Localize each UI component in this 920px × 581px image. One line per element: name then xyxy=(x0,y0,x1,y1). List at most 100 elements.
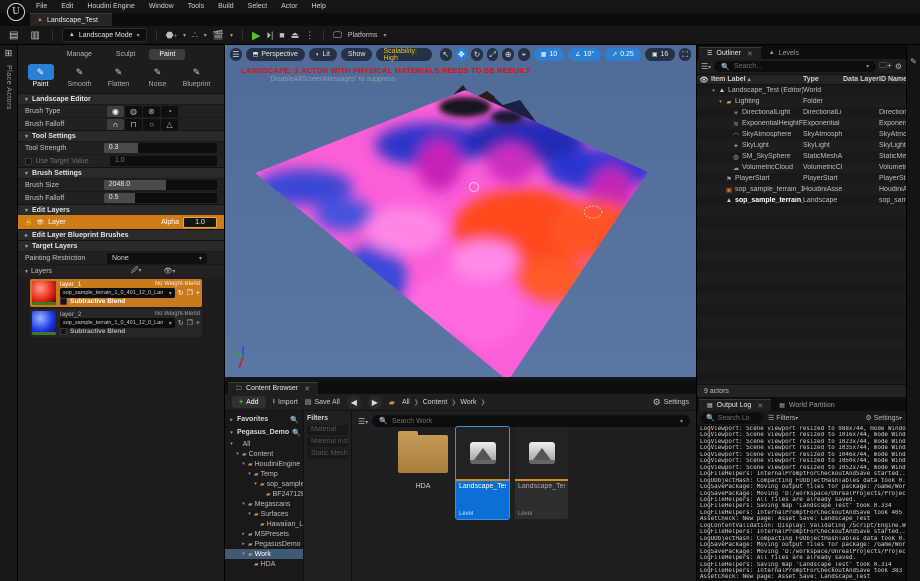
landscape-mode-tab[interactable]: Sculpt xyxy=(106,49,145,60)
collapsed-sidebar-strip[interactable]: ✎ xyxy=(906,45,920,581)
menu-item[interactable]: Build xyxy=(218,3,234,10)
menu-item[interactable]: Help xyxy=(311,3,325,10)
outliner-row[interactable]: ▣ sop_sample_terrain_1_0 HoudiniAsse Hou… xyxy=(697,184,906,195)
paint-tool-button[interactable]: ✎ Noise xyxy=(139,64,176,90)
falloff-sphere-icon[interactable]: ○ xyxy=(143,119,160,130)
select-tool-icon[interactable]: ↖ xyxy=(440,48,452,61)
unreal-logo[interactable]: U xyxy=(7,3,25,21)
layers-visibility-icon[interactable]: 👁▾ xyxy=(164,267,176,275)
column-item-label[interactable]: Item Label▴ xyxy=(711,76,803,83)
column-data-layer[interactable]: Data Layer xyxy=(843,76,879,83)
move-tool-icon[interactable]: ✥ xyxy=(456,48,468,61)
layer-thumbnail[interactable] xyxy=(32,311,56,335)
tree-folder-row[interactable]: ▰ HDA xyxy=(225,559,303,569)
viewport-menu-icon[interactable]: ☰ xyxy=(230,48,242,61)
subtractive-blend-checkbox[interactable] xyxy=(60,298,67,305)
rotation-snap-toggle[interactable]: ∠10° xyxy=(568,48,601,61)
outliner-row[interactable]: ☁ VolumetricCloud VolumetricCl Volumetri… xyxy=(697,162,906,173)
outliner-tab[interactable]: ☰ Outliner✕ xyxy=(699,47,761,59)
search-icon[interactable]: 🔍 xyxy=(292,429,301,437)
scalability-badge[interactable]: Scalability: High xyxy=(376,48,431,61)
plus-icon[interactable]: + xyxy=(196,290,200,297)
surface-snap-icon[interactable]: ⌖ xyxy=(518,48,530,61)
menu-item[interactable]: Window xyxy=(149,3,174,10)
stop-button[interactable]: ■ xyxy=(279,30,284,40)
log-settings-dropdown[interactable]: ⚙ Settings▾ xyxy=(865,414,902,422)
landscape-mode-tab[interactable]: Manage xyxy=(57,49,102,60)
platforms-dropdown[interactable]: Platforms xyxy=(348,32,378,39)
layer-thumbnail[interactable] xyxy=(32,281,56,305)
paint-tool-button[interactable]: ✎ Flatten xyxy=(100,64,137,90)
edit-pencil-icon[interactable]: ✎ xyxy=(907,57,920,66)
play-options-icon[interactable]: ⋮ xyxy=(305,30,314,41)
section-brush-settings[interactable]: ▾Brush Settings xyxy=(18,167,224,178)
new-folder-icon[interactable]: 🗀+ xyxy=(879,60,892,74)
breadcrumb-content[interactable]: Content xyxy=(423,399,448,406)
outliner-row[interactable]: ▾ ▰ Lighting Folder xyxy=(697,96,906,107)
tree-folder-row[interactable]: ▾ ▰ Megascans xyxy=(225,499,303,509)
add-button[interactable]: +Add xyxy=(232,396,266,408)
outliner-row[interactable]: ▲ sop_sample_terrain_1_0_ Landscape sop_… xyxy=(697,195,906,206)
outliner-search-input[interactable]: 🔍 Search... ▾ xyxy=(714,61,876,72)
tree-folder-row[interactable]: ▾ ▰ Work xyxy=(225,549,303,559)
grid-snap-toggle[interactable]: ▦10 xyxy=(534,48,564,61)
forward-icon[interactable]: ▶ xyxy=(368,396,382,409)
cinematics-icon[interactable]: 🎬 xyxy=(213,30,224,41)
column-type[interactable]: Type xyxy=(803,76,843,83)
copy-icon[interactable]: ❐ xyxy=(187,289,193,297)
log-search-input[interactable]: 🔍Search Lo xyxy=(701,413,763,424)
level-tab[interactable]: ▲ Landscape_Test xyxy=(30,13,112,26)
cb-settings-button[interactable]: ⚙Settings xyxy=(653,397,689,408)
falloff-linear-icon[interactable]: ⊓ xyxy=(125,119,142,130)
tree-folder-row[interactable]: ▸ ▰ PegasusDemo xyxy=(225,539,303,549)
section-edit-layers[interactable]: ▾Edit Layers xyxy=(18,204,224,215)
target-layer-card[interactable]: layer_2 No Weight-Blend sop_sample_terra… xyxy=(30,309,202,337)
save-icon[interactable]: ▤ xyxy=(6,30,21,41)
paint-tool-button[interactable]: ✎ Smooth xyxy=(61,64,98,90)
source-control-icon[interactable]: ▥ xyxy=(27,30,42,41)
play-button[interactable]: ▶ xyxy=(252,29,260,42)
asset-tile-landscape-test-2[interactable]: Landscape_Test_2Level xyxy=(515,427,568,519)
section-target-layers[interactable]: ▾Target Layers xyxy=(18,240,224,251)
save-all-button[interactable]: ▤Save All xyxy=(305,398,340,406)
edit-layer-row[interactable]: 🔓 👁 Layer Alpha 1.0 xyxy=(18,215,224,229)
outliner-row[interactable]: ☀ DirectionalLight DirectionalLi Directi… xyxy=(697,107,906,118)
favorites-header[interactable]: ▸Favorites🔍 xyxy=(225,413,303,426)
menu-item[interactable]: Actor xyxy=(281,3,297,10)
editor-mode-dropdown[interactable]: ▲ Landscape Mode ▾ xyxy=(62,28,147,42)
tree-folder-row[interactable]: ▾ ▰ Temp xyxy=(225,469,303,479)
breadcrumb-all[interactable]: All xyxy=(402,399,410,406)
levels-tab[interactable]: ▲ Levels xyxy=(761,47,807,59)
close-icon[interactable]: ✕ xyxy=(747,50,753,58)
filter-icon[interactable]: ☰▾ xyxy=(358,417,368,426)
outliner-filter-icon[interactable]: ☰▾ xyxy=(701,62,711,71)
rotate-tool-icon[interactable]: ↻ xyxy=(471,48,483,61)
hda-folder[interactable] xyxy=(398,435,448,473)
brush-alpha-icon[interactable]: ◍ xyxy=(125,106,142,117)
content-browser-tab[interactable]: 🗀 Content Browser✕ xyxy=(228,382,318,394)
subtractive-blend-checkbox[interactable] xyxy=(60,328,67,335)
tree-folder-row[interactable]: ▸ ▰ MSPresets xyxy=(225,529,303,539)
close-icon[interactable]: ✕ xyxy=(304,385,310,393)
scale-tool-icon[interactable]: ⤢ xyxy=(487,48,499,61)
asset-tile-landscape-test[interactable]: Landscape_TestLevel xyxy=(456,427,509,519)
outliner-row[interactable]: ▾ ▲ Landscape_Test (Editor) World xyxy=(697,85,906,96)
section-tool-settings[interactable]: ▾Tool Settings xyxy=(18,130,224,141)
show-dropdown[interactable]: Show xyxy=(341,48,373,61)
back-icon[interactable]: ◀ xyxy=(347,396,361,409)
alpha-value-field[interactable]: 1.0 xyxy=(183,217,217,228)
eject-button[interactable]: ⏏ xyxy=(291,30,300,41)
landscape-mode-tab[interactable]: Paint xyxy=(149,49,185,60)
paint-all-icon[interactable]: 🖉▾ xyxy=(131,266,141,277)
log-filters-dropdown[interactable]: ☰ Filters▾ xyxy=(768,414,798,422)
tool-strength-slider[interactable]: 0.3 xyxy=(104,143,217,153)
brush-component-icon[interactable]: ◔ xyxy=(161,106,178,117)
eye-column-icon[interactable]: 👁 xyxy=(697,76,711,84)
outliner-row[interactable]: ◠ SkyAtmosphere SkyAtmosph SkyAtmosph xyxy=(697,129,906,140)
brush-falloff-slider[interactable]: 0.5 xyxy=(104,193,217,203)
scale-snap-toggle[interactable]: ↗0.25 xyxy=(605,48,641,61)
brush-size-slider[interactable]: 2048.0 xyxy=(104,180,217,190)
menu-item[interactable]: Edit xyxy=(61,3,73,10)
target-value-field[interactable]: 1.0 xyxy=(110,156,217,166)
paint-tool-button[interactable]: ✎ Paint xyxy=(22,64,59,90)
